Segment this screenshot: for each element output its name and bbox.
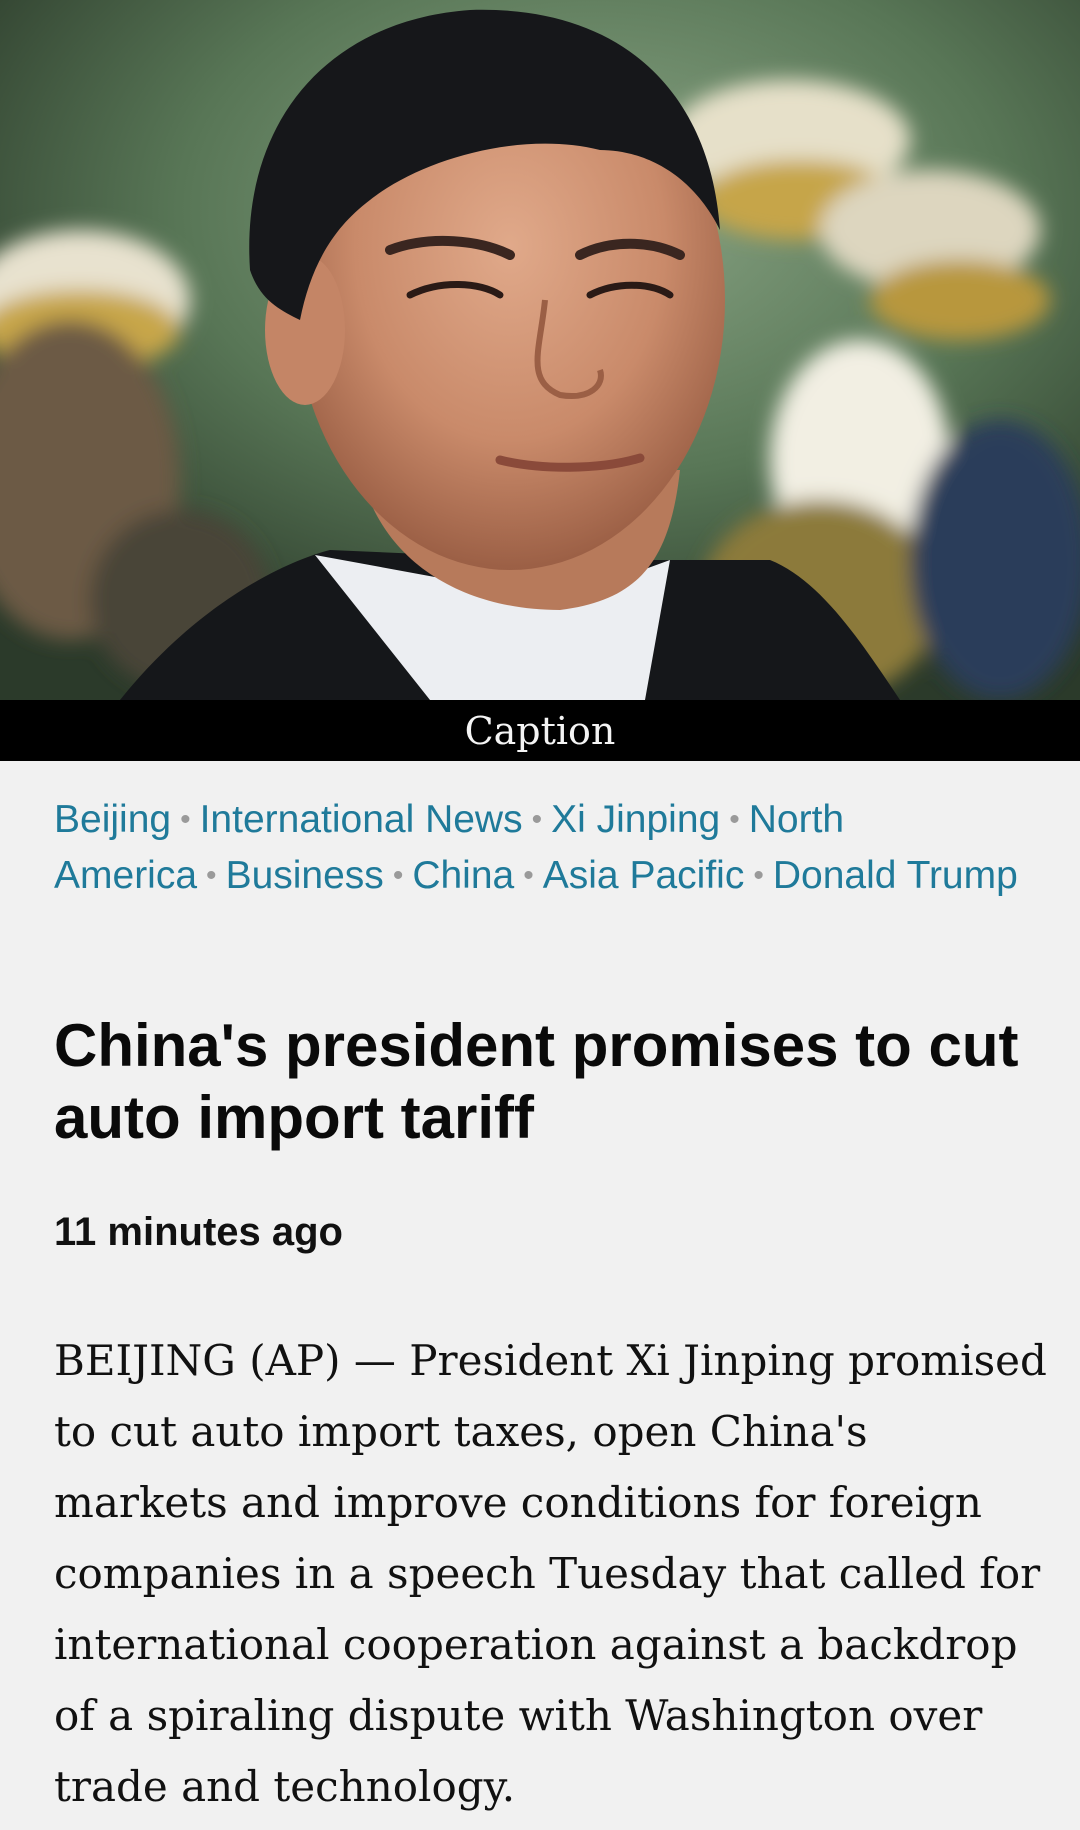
tag-separator: •: [180, 803, 191, 836]
tag-beijing[interactable]: Beijing: [54, 798, 171, 841]
caption-text: Caption: [464, 708, 616, 753]
tag-xi-jinping[interactable]: Xi Jinping: [551, 798, 720, 841]
tag-donald-trump[interactable]: Donald Trump: [773, 854, 1018, 897]
article-body: BEIJING (AP) — President Xi Jinping prom…: [54, 1336, 1047, 1811]
article-headline: China's president promises to cut auto i…: [54, 1012, 1019, 1151]
tag-separator: •: [531, 803, 543, 836]
article-timestamp: 11 minutes ago: [54, 1210, 343, 1254]
tag-separator: •: [753, 859, 764, 892]
portrait-photo: [0, 0, 1080, 700]
hero-image[interactable]: [0, 0, 1080, 700]
tag-china[interactable]: China: [412, 854, 514, 897]
tag-separator: •: [523, 859, 534, 892]
tag-separator: •: [206, 859, 217, 892]
tag-separator: •: [392, 859, 404, 892]
tag-asia-pacific[interactable]: Asia Pacific: [543, 854, 745, 897]
tag-separator: •: [729, 803, 740, 836]
image-caption: Caption: [0, 700, 1080, 761]
tag-international-news[interactable]: International News: [200, 798, 523, 841]
tag-list: Beijing • International News • Xi Jinping • No…: [54, 792, 1054, 904]
tag-business[interactable]: Business: [226, 854, 384, 897]
